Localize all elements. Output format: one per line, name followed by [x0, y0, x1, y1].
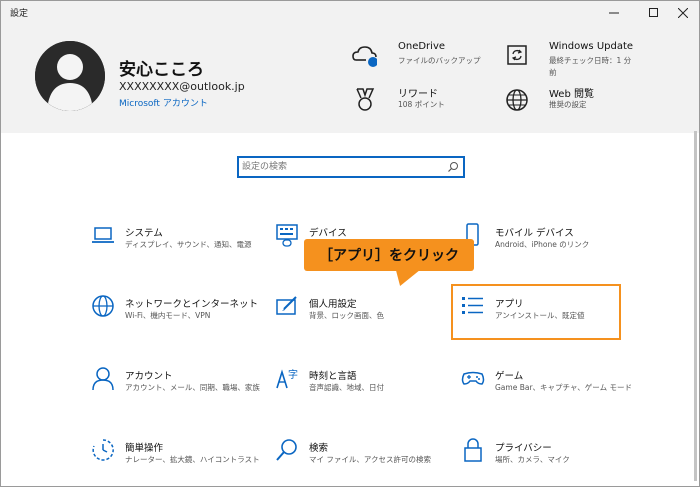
close-button[interactable] — [666, 1, 699, 25]
lock-icon — [464, 438, 482, 462]
gamepad-icon — [461, 371, 485, 385]
windows-update-subtitle-line2: 前 — [549, 68, 557, 77]
tile-title: ゲーム — [495, 371, 524, 382]
minimize-button[interactable] — [597, 1, 631, 25]
tile-title: 個人用設定 — [309, 299, 357, 310]
tile-title: 検索 — [309, 443, 329, 454]
rewards-item[interactable]: リワード 108 ポイント — [351, 83, 481, 123]
onedrive-item[interactable]: OneDrive ファイルのバックアップ — [351, 39, 481, 79]
tile-title: ネットワークとインターネット — [125, 299, 259, 310]
tile-search[interactable]: 検索 マイ ファイル、アクセス許可の検索 — [275, 438, 455, 486]
paint-brush-icon — [276, 296, 297, 315]
avatar[interactable] — [35, 41, 105, 111]
tile-desc: 音声認識、地域、日付 — [309, 383, 384, 392]
tile-privacy[interactable]: プライバシー 場所、カメラ、マイク — [461, 438, 641, 486]
tile-system[interactable]: システム ディスプレイ、サウンド、通知、電源 — [91, 223, 271, 271]
callout-text: ［アプリ］をクリック — [319, 248, 459, 264]
maximize-icon — [649, 8, 658, 17]
instruction-callout: ［アプリ］をクリック — [304, 239, 474, 271]
windows-update-icon — [507, 45, 527, 65]
title-bar: 設定 — [1, 1, 699, 25]
close-icon — [678, 8, 688, 18]
windows-update-item[interactable]: Windows Update 最終チェック日時：1 分 前 — [503, 39, 633, 89]
ease-of-access-icon — [92, 439, 114, 461]
user-email: XXXXXXXX@outlook.jp — [119, 80, 245, 93]
tile-desc: Game Bar、キャプチャ、ゲーム モード — [495, 383, 632, 392]
tile-time-language[interactable]: 字 時刻と言語 音声認識、地域、日付 — [275, 366, 455, 414]
tile-title: モバイル デバイス — [495, 228, 574, 239]
web-browsing-title: Web 閲覧 — [549, 89, 594, 100]
time-language-icon: 字 — [276, 368, 298, 389]
account-header: 安心こころ XXXXXXXX@outlook.jp Microsoft アカウン… — [1, 25, 699, 133]
minimize-icon — [609, 12, 619, 14]
svg-text:字: 字 — [288, 368, 298, 381]
tile-desc: 背景、ロック画面、色 — [309, 311, 384, 320]
search-magnifier-icon — [276, 439, 297, 461]
person-icon — [92, 367, 114, 390]
tile-title: 時刻と言語 — [309, 371, 357, 382]
tile-title: 簡単操作 — [125, 443, 164, 454]
window-title: 設定 — [10, 9, 29, 19]
laptop-icon — [92, 227, 114, 243]
user-name: 安心こころ — [119, 60, 204, 80]
tile-title: アカウント — [125, 371, 173, 382]
tile-gaming[interactable]: ゲーム Game Bar、キャプチャ、ゲーム モード — [461, 366, 641, 414]
scrollbar[interactable] — [694, 131, 697, 481]
tile-desc: ナレーター、拡大鏡、ハイコントラスト — [125, 455, 260, 464]
search-icon[interactable] — [447, 161, 459, 173]
tile-desc: Android、iPhone のリンク — [495, 240, 590, 249]
globe-network-icon — [92, 295, 114, 317]
tile-ease-of-access[interactable]: 簡単操作 ナレーター、拡大鏡、ハイコントラスト — [91, 438, 271, 486]
rewards-subtitle: 108 ポイント — [398, 100, 445, 109]
web-browsing-item[interactable]: Web 閲覧 推奨の設定 — [503, 83, 633, 123]
onedrive-subtitle: ファイルのバックアップ — [398, 56, 481, 65]
tile-network[interactable]: ネットワークとインターネット Wi-Fi、機内モード、VPN — [91, 294, 271, 342]
web-browsing-subtitle: 推奨の設定 — [549, 100, 587, 109]
tile-desc: 場所、カメラ、マイク — [495, 455, 570, 464]
rewards-title: リワード — [398, 89, 438, 100]
tile-desc: マイ ファイル、アクセス許可の検索 — [309, 455, 432, 464]
windows-update-title: Windows Update — [549, 41, 634, 52]
callout-tail — [390, 270, 420, 286]
tile-title: デバイス — [309, 228, 347, 239]
settings-search-box[interactable] — [237, 156, 465, 178]
tile-title: プライバシー — [495, 443, 552, 454]
search-input[interactable] — [242, 159, 432, 175]
tile-desc: ディスプレイ、サウンド、通知、電源 — [125, 240, 252, 249]
tile-title: システム — [125, 228, 163, 239]
globe-icon — [506, 89, 528, 111]
onedrive-title: OneDrive — [398, 41, 446, 52]
onedrive-cloud-icon — [352, 46, 377, 67]
tile-mobile-devices[interactable]: モバイル デバイス Android、iPhone のリンク — [461, 223, 641, 271]
settings-window: 設定 安心こころ XXXXXXXX@outlook.jp Microsoft ア… — [0, 0, 700, 487]
apps-highlight-box — [451, 284, 621, 340]
microsoft-account-link[interactable]: Microsoft アカウント — [119, 96, 208, 109]
tile-desc: Wi-Fi、機内モード、VPN — [125, 311, 211, 320]
tile-desc: アカウント、メール、同期、職場、家族 — [125, 383, 260, 392]
keyboard-device-icon — [276, 224, 298, 247]
windows-update-subtitle-line1: 最終チェック日時：1 分 — [549, 56, 632, 65]
tile-personalization[interactable]: 個人用設定 背景、ロック画面、色 — [275, 294, 455, 342]
user-avatar-icon — [35, 41, 105, 111]
rewards-medal-icon — [356, 88, 375, 111]
tile-accounts[interactable]: アカウント アカウント、メール、同期、職場、家族 — [91, 366, 271, 414]
